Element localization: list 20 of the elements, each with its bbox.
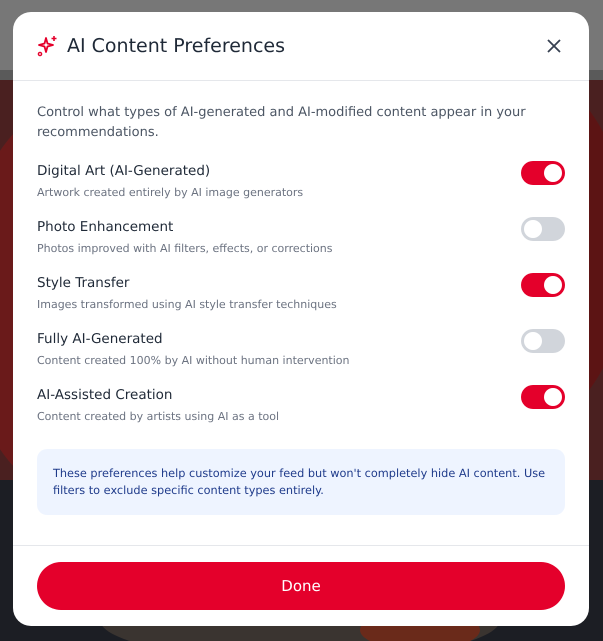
toggle-switch[interactable] (521, 161, 565, 185)
option-label: Photo Enhancement (37, 218, 174, 237)
option-label: Style Transfer (37, 274, 130, 293)
option-label: Digital Art (AI-Generated) (37, 162, 212, 181)
toggle-switch[interactable] (521, 329, 565, 353)
option-hint: Content created 100% by AI without human intervention (37, 354, 350, 367)
toggle-switch[interactable] (521, 385, 565, 409)
option-label: Fully AI-Generated (37, 330, 164, 349)
option-hint: Content created by artists using AI as a tool (37, 410, 280, 423)
toggle-switch[interactable] (521, 273, 565, 297)
toggle-switch[interactable] (521, 217, 565, 241)
option-hint: Images transformed using AI style transfer techniques (37, 298, 337, 311)
option-hint: Artwork created entirely by AI image generators (37, 186, 304, 199)
dialog-title: AI Content Preferences (67, 35, 286, 57)
description: Control what types of AI-generated and AI-modified content appear in your recommendations. (37, 104, 527, 142)
sparkle-icon (37, 35, 59, 57)
option-label: AI-Assisted Creation (37, 386, 174, 405)
done-button[interactable]: Done (37, 562, 565, 610)
info-note: These preferences help customize your feed but won't completely hide AI content. Use filters to exclude specific content types entirely. (37, 449, 565, 515)
option-hint: Photos improved with AI filters, effects, or corrections (37, 242, 332, 255)
